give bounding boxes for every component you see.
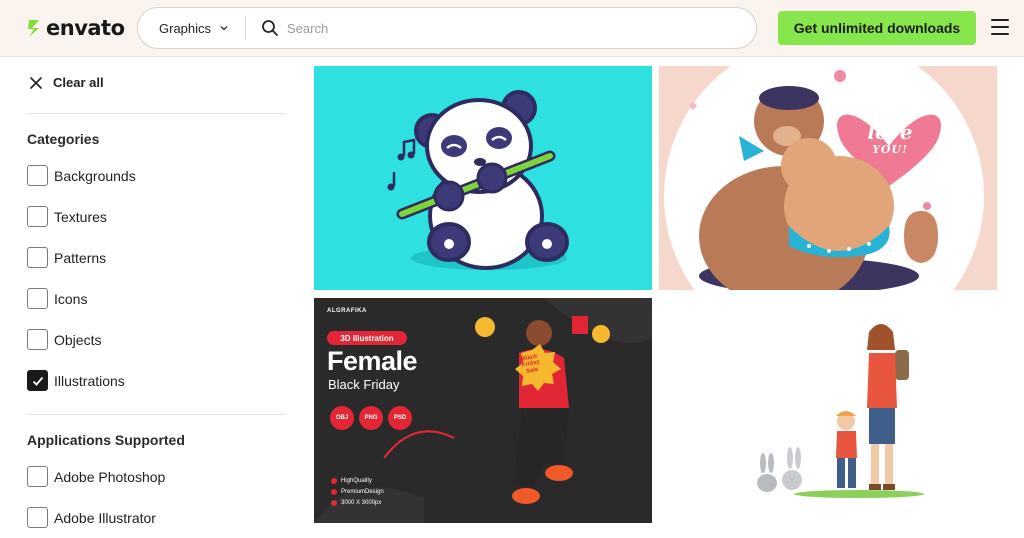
love-text-line2: love (867, 119, 913, 144)
hamburger-menu-icon[interactable] (991, 19, 1009, 35)
categories-title: Categories (27, 131, 100, 147)
checkbox[interactable] (27, 329, 48, 350)
bears-image (664, 66, 984, 290)
top-header: envato Graphics Get unlimited downloads (0, 0, 1024, 57)
category-label: Illustrations (54, 372, 125, 389)
leaf-logo-icon (28, 20, 39, 37)
format-badge: PSD (388, 406, 412, 430)
app-label: Adobe Illustrator (54, 509, 156, 526)
feature-label: PremiumDesign (341, 489, 384, 495)
category-label: Icons (54, 290, 88, 307)
search-icon[interactable] (261, 19, 279, 37)
brand-label: ALGRAFIKA (327, 308, 367, 314)
hiking-image (757, 324, 924, 498)
checkbox-checked[interactable] (27, 370, 48, 391)
search-input[interactable] (287, 20, 708, 36)
category-label: Textures (54, 208, 107, 225)
love-text: I love YOU! (855, 109, 925, 156)
close-icon (30, 76, 42, 89)
checkbox[interactable] (27, 206, 48, 227)
category-illustrations[interactable]: Illustrations (27, 370, 125, 391)
divider (27, 414, 286, 415)
bears-love-illustration[interactable]: I love YOU! (659, 66, 997, 290)
checkmark-icon (32, 376, 43, 386)
clear-all-button[interactable]: Clear all (29, 75, 104, 90)
female-black-friday-3d[interactable]: ALGRAFIKA 3D Illustration Female Black F… (314, 298, 652, 523)
category-icons[interactable]: Icons (27, 288, 87, 309)
divider (27, 113, 286, 114)
checkbox[interactable] (27, 288, 48, 309)
category-label: Objects (54, 331, 102, 348)
category-label: Patterns (54, 249, 107, 266)
applications-title: Applications Supported (27, 432, 185, 448)
clear-all-label: Clear all (53, 75, 104, 90)
category-backgrounds[interactable]: Backgrounds (27, 165, 136, 186)
app-adobe-photoshop[interactable]: Adobe Photoshop (27, 466, 165, 487)
checkbox[interactable] (27, 466, 48, 487)
filter-sidebar: Clear all Categories Backgrounds Texture… (0, 57, 300, 538)
feature-item: PremiumDesign (331, 489, 384, 495)
love-text-line3: YOU! (872, 142, 908, 156)
category-dropdown-value: Graphics (159, 20, 212, 36)
category-textures[interactable]: Textures (27, 206, 107, 227)
panda-image (387, 90, 569, 270)
logo-text: envato (46, 16, 125, 40)
headline-female: Female (327, 346, 418, 376)
format-badge: OBJ (330, 406, 354, 430)
envato-logo[interactable]: envato (26, 14, 125, 42)
format-badge: PNG (359, 406, 383, 430)
mother-child-hiking-illustration[interactable] (659, 298, 997, 523)
category-objects[interactable]: Objects (27, 329, 101, 350)
panda-flute-illustration[interactable] (314, 66, 652, 290)
badge-3d-illustration: 3D Illustration (327, 331, 407, 345)
feature-item: 3000 X 3000px (331, 500, 381, 506)
search-bar: Graphics (137, 7, 757, 49)
category-dropdown[interactable]: Graphics (138, 16, 247, 40)
category-label: Backgrounds (54, 167, 136, 184)
category-patterns[interactable]: Patterns (27, 247, 106, 268)
app-label: Adobe Photoshop (54, 468, 166, 485)
get-unlimited-downloads-button[interactable]: Get unlimited downloads (778, 11, 976, 45)
subline-black-friday: Black Friday (328, 377, 400, 392)
feature-label: HighQuality (341, 478, 373, 484)
feature-label: 3000 X 3000px (341, 500, 382, 506)
checkbox[interactable] (27, 247, 48, 268)
chevron-down-icon (220, 26, 228, 31)
checkbox[interactable] (27, 165, 48, 186)
app-adobe-illustrator[interactable]: Adobe Illustrator (27, 507, 156, 528)
checkbox[interactable] (27, 507, 48, 528)
feature-item: HighQuality (331, 478, 372, 484)
